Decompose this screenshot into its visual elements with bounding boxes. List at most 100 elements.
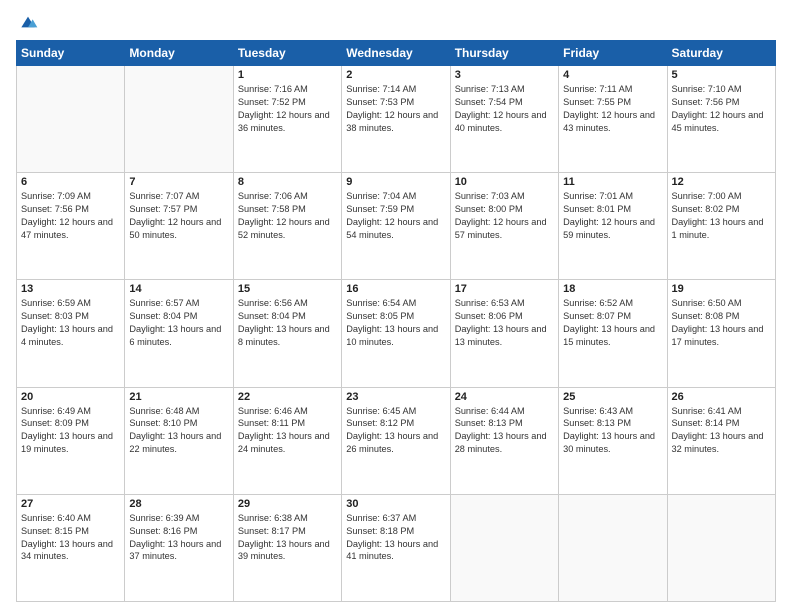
day-info: Sunrise: 7:11 AMSunset: 7:55 PMDaylight:… [563,83,662,135]
day-number: 22 [238,391,337,403]
logo [16,12,38,32]
day-info: Sunrise: 7:13 AMSunset: 7:54 PMDaylight:… [455,83,554,135]
calendar-cell: 16Sunrise: 6:54 AMSunset: 8:05 PMDayligh… [342,280,450,387]
day-info: Sunrise: 6:54 AMSunset: 8:05 PMDaylight:… [346,297,445,349]
day-info: Sunrise: 7:09 AMSunset: 7:56 PMDaylight:… [21,190,120,242]
day-info: Sunrise: 7:01 AMSunset: 8:01 PMDaylight:… [563,190,662,242]
day-number: 12 [672,176,771,188]
day-info: Sunrise: 7:03 AMSunset: 8:00 PMDaylight:… [455,190,554,242]
calendar-cell: 2Sunrise: 7:14 AMSunset: 7:53 PMDaylight… [342,66,450,173]
calendar-cell: 30 Sunrise: 6:37 AMSunset: 8:18 PMDayligh… [342,494,450,601]
day-info: Sunrise: 6:56 AMSunset: 8:04 PMDaylight:… [238,297,337,349]
calendar-cell [125,66,233,173]
calendar-week-row: 6 Sunrise: 7:09 AMSunset: 7:56 PMDaylight… [17,173,776,280]
calendar-cell: 14 Sunrise: 6:57 AMSunset: 8:04 PMDayligh… [125,280,233,387]
calendar-week-row: 1 Sunrise: 7:16 AMSunset: 7:52 PMDaylight… [17,66,776,173]
calendar-cell: 25 Sunrise: 6:43 AMSunset: 8:13 PMDayligh… [559,387,667,494]
day-info: Sunrise: 7:00 AMSunset: 8:02 PMDaylight:… [672,190,771,242]
day-info: Sunrise: 6:49 AMSunset: 8:09 PMDaylight:… [21,405,120,457]
day-number: 30 [346,498,445,510]
calendar-cell: 4 Sunrise: 7:11 AMSunset: 7:55 PMDaylight… [559,66,667,173]
day-info: Sunrise: 7:06 AMSunset: 7:58 PMDaylight:… [238,190,337,242]
calendar-cell [559,494,667,601]
day-number: 15 [238,283,337,295]
day-info: Sunrise: 6:50 AMSunset: 8:08 PMDaylight:… [672,297,771,349]
calendar-cell: 12 Sunrise: 7:00 AMSunset: 8:02 PMDayligh… [667,173,775,280]
day-number: 1 [238,69,337,81]
day-info: Sunrise: 6:59 AMSunset: 8:03 PMDaylight:… [21,297,120,349]
calendar-cell: 23 Sunrise: 6:45 AMSunset: 8:12 PMDayligh… [342,387,450,494]
day-number: 28 [129,498,228,510]
day-info: Sunrise: 7:04 AMSunset: 7:59 PMDaylight:… [346,190,445,242]
day-info: Sunrise: 6:45 AMSunset: 8:12 PMDaylight:… [346,405,445,457]
page-header [16,12,776,32]
calendar-cell: 7 Sunrise: 7:07 AMSunset: 7:57 PMDaylight… [125,173,233,280]
calendar-cell: 22 Sunrise: 6:46 AMSunset: 8:11 PMDayligh… [233,387,341,494]
calendar-cell: 5 Sunrise: 7:10 AMSunset: 7:56 PMDaylight… [667,66,775,173]
calendar-cell: 24 Sunrise: 6:44 AMSunset: 8:13 PMDayligh… [450,387,558,494]
calendar-cell: 9 Sunrise: 7:04 AMSunset: 7:59 PMDaylight… [342,173,450,280]
calendar-cell: 11 Sunrise: 7:01 AMSunset: 8:01 PMDayligh… [559,173,667,280]
day-number: 6 [21,176,120,188]
calendar-cell: 26 Sunrise: 6:41 AMSunset: 8:14 PMDayligh… [667,387,775,494]
day-info: Sunrise: 6:43 AMSunset: 8:13 PMDaylight:… [563,405,662,457]
day-info: Sunrise: 6:46 AMSunset: 8:11 PMDaylight:… [238,405,337,457]
day-number: 3 [455,69,554,81]
day-number: 8 [238,176,337,188]
day-info: Sunrise: 6:38 AMSunset: 8:17 PMDaylight:… [238,512,337,564]
day-number: 29 [238,498,337,510]
day-info: Sunrise: 6:40 AMSunset: 8:15 PMDaylight:… [21,512,120,564]
day-number: 4 [563,69,662,81]
day-number: 9 [346,176,445,188]
calendar-cell [450,494,558,601]
calendar-cell [667,494,775,601]
calendar-week-row: 20 Sunrise: 6:49 AMSunset: 8:09 PMDayligh… [17,387,776,494]
calendar-cell: 29 Sunrise: 6:38 AMSunset: 8:17 PMDayligh… [233,494,341,601]
day-info: Sunrise: 7:07 AMSunset: 7:57 PMDaylight:… [129,190,228,242]
calendar-cell: 18 Sunrise: 6:52 AMSunset: 8:07 PMDayligh… [559,280,667,387]
day-number: 10 [455,176,554,188]
calendar-cell: 17Sunrise: 6:53 AMSunset: 8:06 PMDayligh… [450,280,558,387]
calendar-cell: 13 Sunrise: 6:59 AMSunset: 8:03 PMDayligh… [17,280,125,387]
calendar-day-header: Thursday [450,41,558,66]
day-number: 24 [455,391,554,403]
calendar-cell: 1 Sunrise: 7:16 AMSunset: 7:52 PMDaylight… [233,66,341,173]
calendar-day-header: Saturday [667,41,775,66]
day-number: 23 [346,391,445,403]
calendar-week-row: 13 Sunrise: 6:59 AMSunset: 8:03 PMDayligh… [17,280,776,387]
day-number: 25 [563,391,662,403]
calendar-cell: 8 Sunrise: 7:06 AMSunset: 7:58 PMDaylight… [233,173,341,280]
day-number: 17 [455,283,554,295]
day-info: Sunrise: 7:16 AMSunset: 7:52 PMDaylight:… [238,83,337,135]
day-info: Sunrise: 6:44 AMSunset: 8:13 PMDaylight:… [455,405,554,457]
calendar-cell: 20 Sunrise: 6:49 AMSunset: 8:09 PMDayligh… [17,387,125,494]
calendar-day-header: Wednesday [342,41,450,66]
day-number: 11 [563,176,662,188]
day-number: 26 [672,391,771,403]
calendar-day-header: Tuesday [233,41,341,66]
day-number: 14 [129,283,228,295]
day-number: 21 [129,391,228,403]
day-info: Sunrise: 7:10 AMSunset: 7:56 PMDaylight:… [672,83,771,135]
day-info: Sunrise: 6:41 AMSunset: 8:14 PMDaylight:… [672,405,771,457]
calendar-cell: 6 Sunrise: 7:09 AMSunset: 7:56 PMDaylight… [17,173,125,280]
day-info: Sunrise: 6:57 AMSunset: 8:04 PMDaylight:… [129,297,228,349]
calendar-header-row: SundayMondayTuesdayWednesdayThursdayFrid… [17,41,776,66]
calendar-cell: 3 Sunrise: 7:13 AMSunset: 7:54 PMDaylight… [450,66,558,173]
day-number: 7 [129,176,228,188]
day-info: Sunrise: 6:48 AMSunset: 8:10 PMDaylight:… [129,405,228,457]
day-number: 13 [21,283,120,295]
calendar-day-header: Friday [559,41,667,66]
day-number: 19 [672,283,771,295]
day-number: 18 [563,283,662,295]
day-number: 20 [21,391,120,403]
day-info: Sunrise: 6:52 AMSunset: 8:07 PMDaylight:… [563,297,662,349]
logo-icon [18,12,38,32]
calendar-day-header: Sunday [17,41,125,66]
day-number: 5 [672,69,771,81]
day-number: 27 [21,498,120,510]
calendar-week-row: 27 Sunrise: 6:40 AMSunset: 8:15 PMDayligh… [17,494,776,601]
calendar-cell: 21 Sunrise: 6:48 AMSunset: 8:10 PMDayligh… [125,387,233,494]
calendar-cell: 10 Sunrise: 7:03 AMSunset: 8:00 PMDayligh… [450,173,558,280]
day-info: Sunrise: 6:37 AMSunset: 8:18 PMDaylight:… [346,512,445,564]
